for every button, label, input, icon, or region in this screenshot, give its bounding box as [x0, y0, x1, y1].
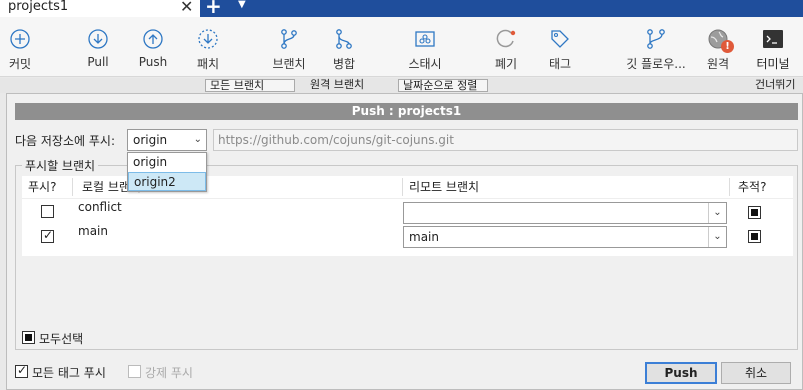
branch-filter-select[interactable]: 모든 브랜치	[205, 79, 295, 92]
push-icon	[143, 29, 163, 49]
push-label-toolbar: Push	[138, 55, 168, 69]
track-checkbox-conflict[interactable]	[748, 206, 761, 219]
skip-label: 건너뛰기	[755, 78, 796, 91]
column-header-push: 푸시?	[28, 180, 57, 194]
column-divider	[729, 178, 730, 196]
chevron-down-icon: ⌄	[193, 134, 202, 145]
push-button-toolbar[interactable]: Push	[123, 17, 183, 77]
local-branch-main: main	[78, 224, 108, 238]
terminal-label: 터미널	[756, 57, 790, 71]
merge-icon	[336, 29, 352, 49]
tab-bar: projects1 ✕ + ▼	[0, 0, 803, 18]
discard-icon	[496, 29, 516, 48]
select-all-label: 모두선택	[39, 332, 84, 346]
remote-branch-value: main	[409, 230, 439, 244]
tag-button[interactable]: 태그	[530, 17, 590, 77]
dropdown-option-origin[interactable]: origin	[128, 153, 206, 172]
git-flow-label: 깃 플로우...	[626, 57, 686, 71]
stash-icon	[415, 31, 435, 47]
branch-label: 브랜치	[272, 57, 306, 71]
terminal-icon	[763, 30, 783, 48]
terminal-button[interactable]: 터미널	[743, 17, 803, 77]
row-divider	[22, 198, 793, 199]
git-flow-button[interactable]: 깃 플로우...	[626, 17, 686, 77]
dialog-title: Push : projects1	[15, 103, 798, 120]
discard-button[interactable]: 폐기	[476, 17, 536, 77]
branch-button[interactable]: 브랜치	[259, 17, 319, 77]
pull-icon	[88, 29, 108, 49]
local-branch-conflict: conflict	[78, 200, 122, 214]
tag-label: 태그	[548, 57, 572, 71]
push-all-tags-checkbox[interactable]	[15, 363, 28, 378]
remote-button[interactable]: ! 원격	[688, 17, 748, 77]
track-checkbox-main[interactable]	[748, 230, 761, 243]
select-all-checkbox[interactable]	[22, 331, 35, 344]
branches-group-label: 푸시할 브랜치	[22, 157, 99, 174]
remote-url-field: https://github.com/cojuns/git-cojuns.git	[213, 129, 798, 151]
pull-button[interactable]: Pull	[68, 17, 128, 77]
force-push-checkbox[interactable]	[128, 365, 141, 378]
pull-label: Pull	[87, 55, 109, 69]
patch-label: 패치	[196, 57, 220, 71]
add-tab-icon[interactable]: +	[205, 0, 222, 18]
commit-button[interactable]: 커밋	[0, 17, 50, 77]
merge-label: 병합	[332, 57, 356, 71]
column-header-remote: 리모트 브랜치	[409, 180, 480, 194]
chevron-down-icon: ⌄	[708, 227, 726, 247]
chevron-down-icon: ⌄	[708, 203, 726, 223]
remote-select[interactable]: origin ⌄	[127, 129, 207, 151]
commit-label: 커밋	[8, 57, 32, 71]
push-checkbox-main[interactable]	[41, 228, 54, 243]
column-header-track: 추적?	[738, 180, 767, 194]
remote-badge: !	[721, 40, 734, 53]
merge-button[interactable]: 병합	[314, 17, 374, 77]
push-dialog: Push : projects1 다음 저장소에 푸시: origin ⌄ ht…	[6, 93, 803, 390]
close-icon[interactable]: ✕	[180, 0, 193, 16]
dropdown-option-origin2[interactable]: origin2	[128, 172, 206, 191]
force-push-label: 강제 푸시	[145, 366, 193, 380]
sort-select[interactable]: 날짜순으로 정렬	[398, 79, 488, 92]
discard-label: 폐기	[494, 57, 518, 71]
stash-label: 스태시	[408, 57, 442, 71]
cancel-button[interactable]: 취소	[721, 362, 791, 384]
branches-group: 푸시할 브랜치 푸시? 로컬 브랜치 리모트 브랜치 추적? conflict …	[15, 157, 798, 350]
tab-projects1[interactable]: projects1 ✕	[0, 0, 200, 17]
patch-button[interactable]: 패치	[178, 17, 238, 77]
tag-icon	[551, 30, 569, 48]
push-checkbox-conflict[interactable]	[41, 205, 54, 218]
push-all-tags-label: 모든 태그 푸시	[32, 366, 106, 380]
remote-label: 원격	[706, 57, 730, 71]
branch-icon	[281, 29, 297, 49]
remote-branch-combo-main[interactable]: main ⌄	[403, 226, 727, 248]
git-flow-icon	[647, 29, 665, 49]
stash-button[interactable]: 스태시	[395, 17, 455, 77]
push-button[interactable]: Push	[645, 362, 717, 384]
chevron-down-icon[interactable]: ▼	[238, 0, 246, 10]
toolbar: 커밋 Pull Push 패치 브랜치 병합 스태시 폐기 태그 깃 플로우..…	[0, 17, 803, 77]
remote-dropdown: origin origin2	[127, 152, 207, 192]
column-divider	[72, 178, 73, 196]
remote-branch-toggle[interactable]: 원격 브랜치	[310, 79, 390, 92]
push-to-label: 다음 저장소에 푸시:	[15, 134, 115, 148]
commit-icon	[10, 29, 30, 49]
remote-branch-combo-conflict[interactable]: ⌄	[403, 202, 727, 224]
remote-select-value: origin	[133, 133, 168, 147]
column-divider	[402, 178, 403, 196]
patch-icon	[198, 29, 218, 49]
filter-strip: 모든 브랜치 원격 브랜치 날짜순으로 정렬 건너뛰기	[0, 78, 803, 93]
tab-title: projects1	[8, 0, 69, 14]
